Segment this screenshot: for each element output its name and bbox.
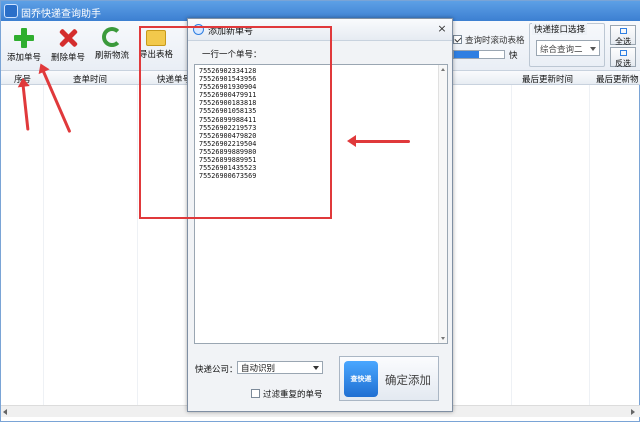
query-scroll-label: 查询时滚动表格: [465, 36, 525, 46]
scroll-up-icon[interactable]: [441, 68, 445, 71]
confirm-add-label: 确定添加: [385, 373, 431, 387]
annotation-arrowhead: [16, 76, 30, 87]
dedupe-checkbox[interactable]: [251, 389, 260, 398]
courier-select[interactable]: 自动识别: [237, 361, 323, 374]
refresh-icon: [102, 27, 122, 47]
api-selection-group: 快递接口选择 综合查询二: [529, 23, 605, 67]
close-icon[interactable]: ×: [436, 23, 448, 35]
refresh-logistics-button[interactable]: 刷新物流: [91, 25, 133, 67]
add-number-button[interactable]: 添加单号: [3, 25, 45, 67]
chevron-down-icon: [590, 47, 596, 51]
invert-selection-icon: [620, 50, 627, 56]
invert-selection-button[interactable]: 反选: [610, 47, 636, 68]
delete-icon: [57, 27, 79, 49]
column-header-query-time[interactable]: 查单时间: [73, 73, 107, 85]
scroll-right-icon[interactable]: [631, 409, 635, 415]
scroll-down-icon[interactable]: [441, 337, 445, 340]
api-group-label: 快递接口选择: [532, 23, 588, 35]
select-all-button[interactable]: 全选: [610, 25, 636, 46]
select-all-label: 全选: [615, 37, 631, 46]
progress-speed-label: 快: [509, 51, 518, 61]
column-divider: [137, 85, 138, 407]
annotation-highlight-box: [139, 26, 332, 219]
query-progress-bar: [453, 50, 505, 59]
dedupe-label: 过滤重复的单号: [263, 390, 323, 400]
delete-number-label: 删除单号: [50, 53, 85, 63]
scroll-left-icon[interactable]: [3, 409, 7, 415]
app-title: 固乔快递查询助手: [21, 9, 101, 20]
courier-search-logo-icon: 查快递: [344, 361, 378, 397]
query-scroll-checkbox[interactable]: [453, 35, 462, 44]
add-icon: [13, 27, 35, 49]
chevron-down-icon: [313, 366, 319, 370]
api-select-value: 综合查询二: [540, 45, 583, 55]
api-select[interactable]: 综合查询二: [536, 40, 600, 56]
column-divider: [43, 85, 44, 407]
column-header-last-update-info[interactable]: 最后更新物: [596, 73, 639, 85]
courier-label: 快递公司：: [195, 365, 238, 375]
textarea-vertical-scrollbar[interactable]: [438, 65, 447, 343]
courier-select-value: 自动识别: [241, 364, 276, 374]
column-divider: [589, 85, 590, 407]
delete-number-button[interactable]: 删除单号: [47, 25, 89, 67]
add-number-label: 添加单号: [6, 53, 41, 63]
column-divider: [511, 85, 512, 407]
annotation-arrow: [347, 135, 410, 147]
refresh-logistics-label: 刷新物流: [94, 51, 129, 61]
annotation-arrowhead: [347, 135, 356, 147]
app-logo-icon: [4, 4, 18, 18]
invert-selection-label: 反选: [615, 59, 631, 68]
select-all-icon: [620, 28, 627, 34]
confirm-add-button[interactable]: 查快递 确定添加: [339, 356, 439, 401]
query-scroll-option[interactable]: 查询时滚动表格: [453, 34, 525, 46]
query-progress-fill: [454, 51, 479, 58]
column-header-last-update-time[interactable]: 最后更新时间: [522, 73, 573, 85]
